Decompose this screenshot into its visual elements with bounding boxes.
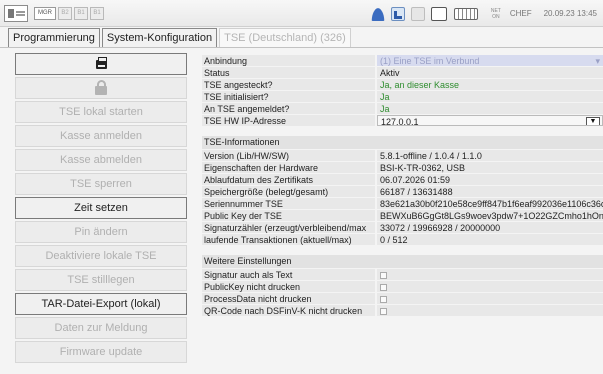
print-button[interactable] xyxy=(15,53,187,75)
change-pin-button[interactable]: Pin ändern xyxy=(15,221,187,243)
info-label: Seriennummer TSE xyxy=(202,198,375,209)
ip-label: TSE HW IP-Adresse xyxy=(202,115,375,126)
setting-label: ProcessData nicht drucken xyxy=(202,293,375,304)
printer-icon xyxy=(95,56,107,69)
info-row: Speichergröße (belegt/gesamt) 66187 / 13… xyxy=(202,186,603,198)
plugged-value: Ja, an dieser Kasse xyxy=(377,79,603,90)
row-plugged: TSE angesteckt? Ja, an dieser Kasse xyxy=(202,79,603,91)
info-value: 5.8.1-offline / 1.0.4 / 1.1.0 xyxy=(377,150,603,161)
info-value: BEWXuB6GgGt8LGs9woev3pdw7+1O22GZCmho1hOn… xyxy=(377,210,603,221)
info-row: laufende Transaktionen (aktuell/max) 0 /… xyxy=(202,234,603,246)
setting-row: Signatur auch als Text xyxy=(202,269,603,281)
tab-system-konfiguration[interactable]: System-Konfiguration xyxy=(101,28,218,48)
tab-programmierung[interactable]: Programmierung xyxy=(8,28,100,48)
decommission-tse-button[interactable]: TSE stilllegen xyxy=(15,269,187,291)
network-icon[interactable] xyxy=(390,6,405,21)
setting-checkbox[interactable] xyxy=(380,308,387,316)
info-label: Ablaufdatum des Zertifikats xyxy=(202,174,375,185)
info-value: 06.07.2026 01:59 xyxy=(377,174,603,185)
tab-divider xyxy=(0,47,603,48)
action-sidebar: TSE lokal starten Kasse anmelden Kasse a… xyxy=(15,53,187,365)
info-row: Ablaufdatum des Zertifikats 06.07.2026 0… xyxy=(202,174,603,186)
info-label: laufende Transaktionen (aktuell/max) xyxy=(202,234,375,245)
row-ip: TSE HW IP-Adresse 127.0.0.1 ▼ xyxy=(202,115,603,127)
info-label: Version (Lib/HW/SW) xyxy=(202,150,375,161)
anbindung-label: Anbindung xyxy=(202,55,375,66)
info-value: 83e621a30b0f210e58ce9ff847b1f6eaf992036e… xyxy=(377,198,603,209)
setting-label: QR-Code nach DSFinV-K nicht drucken xyxy=(202,305,375,316)
info-row: Eigenschaften der Hardware BSI-K-TR-0362… xyxy=(202,162,603,174)
info-label: Speichergröße (belegt/gesamt) xyxy=(202,186,375,197)
row-status: Status Aktiv xyxy=(202,67,603,79)
info-label: Eigenschaften der Hardware xyxy=(202,162,375,173)
register-box-mgr[interactable]: MGR xyxy=(34,7,56,20)
top-bar: MGR B2 B1 B1 NET ON CHEF 20.09.23 13:45 xyxy=(0,0,603,27)
status-label: Status xyxy=(202,67,375,78)
deactivate-tse-button[interactable]: Deaktiviere lokale TSE xyxy=(15,245,187,267)
setting-checkbox[interactable] xyxy=(380,296,387,304)
info-label: Signaturzähler (erzeugt/verbleibend/max xyxy=(202,222,375,233)
setting-checkbox[interactable] xyxy=(380,272,387,280)
tse-start-button[interactable]: TSE lokal starten xyxy=(15,101,187,123)
tab-tse-deutschland[interactable]: TSE (Deutschland) (326) xyxy=(219,28,351,48)
info-label: Public Key der TSE xyxy=(202,210,375,221)
user-icon[interactable] xyxy=(370,6,385,21)
info-value: 33072 / 19966928 / 20000000 xyxy=(377,222,603,233)
app-logo-icon[interactable] xyxy=(4,5,28,22)
info-value: 0 / 512 xyxy=(377,234,603,245)
setting-value xyxy=(377,293,603,304)
set-time-button[interactable]: Zeit setzen xyxy=(15,197,187,219)
setting-row: QR-Code nach DSFinV-K nicht drucken xyxy=(202,305,603,317)
setting-label: Signatur auch als Text xyxy=(202,269,375,280)
info-value: 66187 / 13631488 xyxy=(377,186,603,197)
initialized-value: Ja xyxy=(377,91,603,102)
tse-property-grid: Anbindung (1) Eine TSE im Verbund Status… xyxy=(202,55,603,317)
setting-value xyxy=(377,305,603,316)
info-row: Public Key der TSE BEWXuB6GgGt8LGs9woev3… xyxy=(202,210,603,222)
tse-lock-button[interactable]: TSE sperren xyxy=(15,173,187,195)
register-box-b2[interactable]: B2 xyxy=(58,7,72,20)
user-name: CHEF xyxy=(509,9,532,18)
register-login-button[interactable]: Kasse anmelden xyxy=(15,125,187,147)
info-row: Seriennummer TSE 83e621a30b0f210e58ce9ff… xyxy=(202,198,603,210)
document-icon[interactable] xyxy=(410,6,425,21)
ip-value: 127.0.0.1 xyxy=(381,117,419,126)
status-value: Aktiv xyxy=(377,67,603,78)
setting-checkbox[interactable] xyxy=(380,284,387,292)
register-box-b1[interactable]: B1 xyxy=(74,7,88,20)
chevron-down-icon[interactable]: ▼ xyxy=(586,117,600,125)
info-row: Version (Lib/HW/SW) 5.8.1-offline / 1.0.… xyxy=(202,150,603,162)
anbindung-select[interactable]: (1) Eine TSE im Verbund xyxy=(377,55,603,66)
initialized-label: TSE initialisiert? xyxy=(202,91,375,102)
register-logout-button[interactable]: Kasse abmelden xyxy=(15,149,187,171)
logged-in-label: An TSE angemeldet? xyxy=(202,103,375,114)
setting-row: PublicKey nicht drucken xyxy=(202,281,603,293)
lock-button[interactable] xyxy=(15,77,187,99)
window-icon[interactable] xyxy=(430,6,447,21)
row-anbindung: Anbindung (1) Eine TSE im Verbund xyxy=(202,55,603,67)
report-data-button[interactable]: Daten zur Meldung xyxy=(15,317,187,339)
net-status: NET ON xyxy=(490,7,501,20)
settings-header: Weitere Einstellungen xyxy=(202,255,603,268)
plugged-label: TSE angesteckt? xyxy=(202,79,375,90)
ip-dropdown[interactable]: 127.0.0.1 ▼ xyxy=(377,115,603,126)
info-value: BSI-K-TR-0362, USB xyxy=(377,162,603,173)
setting-row: ProcessData nicht drucken xyxy=(202,293,603,305)
row-initialized: TSE initialisiert? Ja xyxy=(202,91,603,103)
setting-value xyxy=(377,281,603,292)
row-logged-in: An TSE angemeldet? Ja xyxy=(202,103,603,115)
lock-icon xyxy=(95,80,107,96)
tab-bar: Programmierung System-Konfiguration TSE … xyxy=(8,28,353,48)
tar-export-button[interactable]: TAR-Datei-Export (lokal) xyxy=(15,293,187,315)
register-box-b1-second[interactable]: B1 xyxy=(90,7,104,20)
firmware-update-button[interactable]: Firmware update xyxy=(15,341,187,363)
clock: 20.09.23 13:45 xyxy=(543,9,597,18)
setting-label: PublicKey nicht drucken xyxy=(202,281,375,292)
info-row: Signaturzähler (erzeugt/verbleibend/max … xyxy=(202,222,603,234)
logged-in-value: Ja xyxy=(377,103,603,114)
keyboard-icon[interactable] xyxy=(453,7,478,20)
setting-value xyxy=(377,269,603,280)
tse-info-header: TSE-Informationen xyxy=(202,136,603,149)
